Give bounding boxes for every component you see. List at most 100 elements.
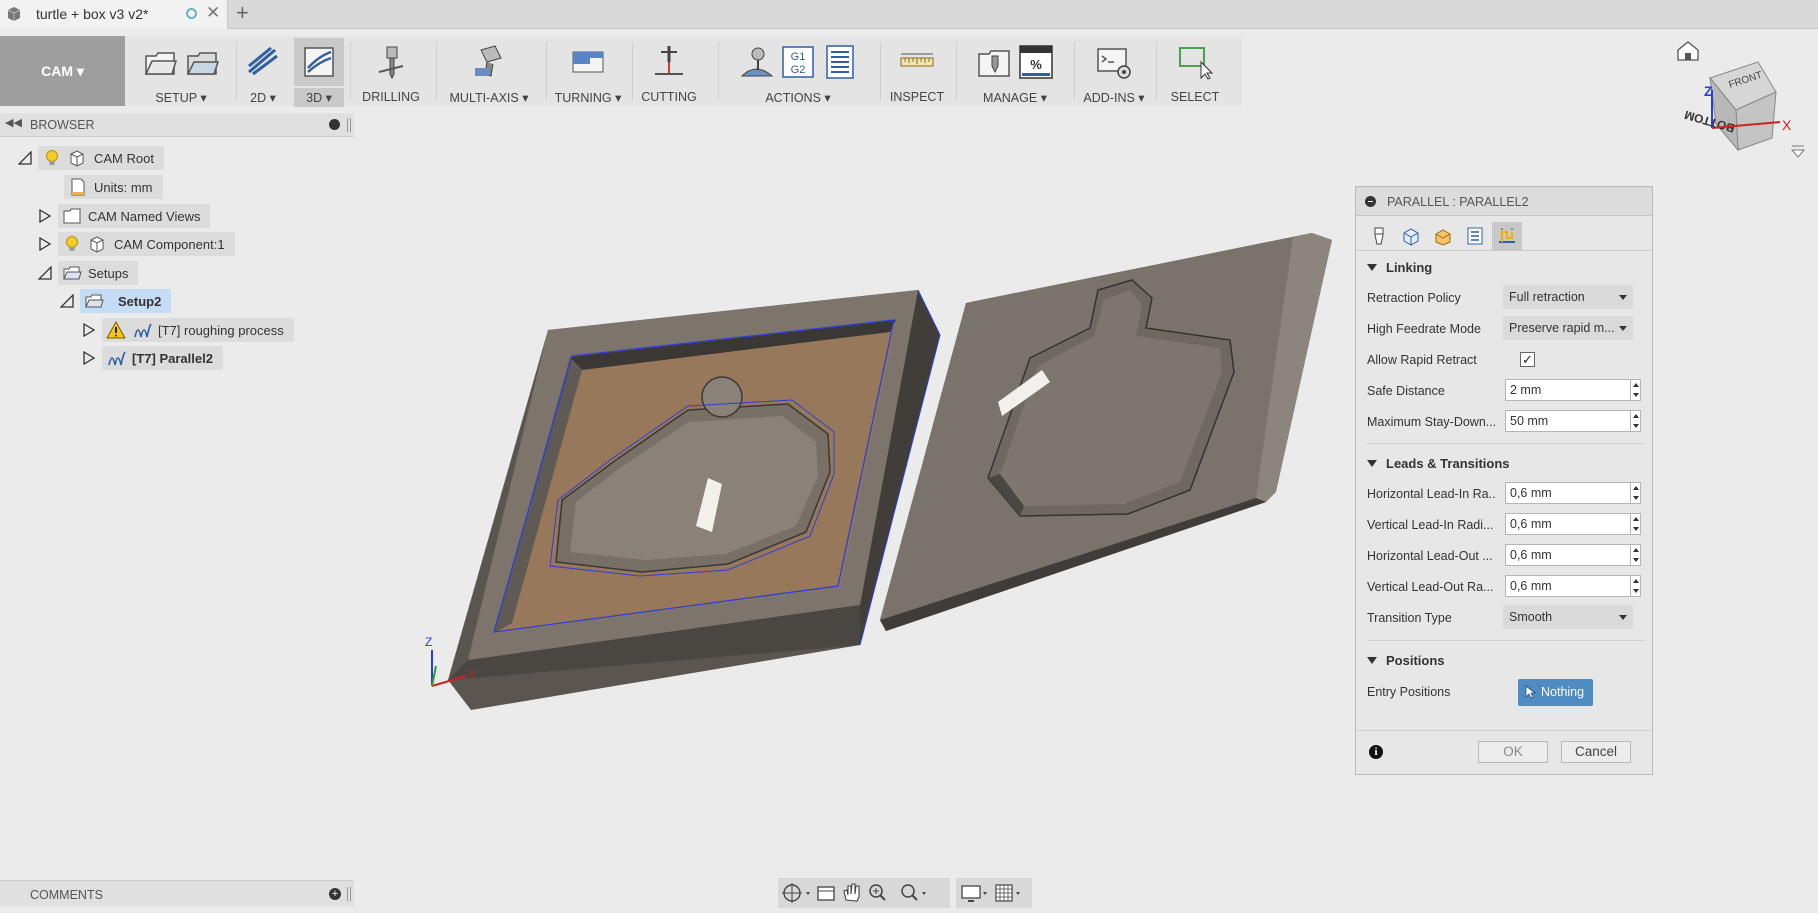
- safe-distance-spinner[interactable]: [1630, 379, 1641, 401]
- v-lead-out-spinner[interactable]: [1630, 575, 1641, 597]
- display-settings-icon[interactable]: [961, 885, 987, 902]
- home-view-icon[interactable]: [1677, 41, 1699, 61]
- dialog-header[interactable]: PARALLEL : PARALLEL2: [1356, 187, 1652, 216]
- expand-open-triangle-icon[interactable]: [60, 294, 74, 308]
- toolpath-icon: [108, 351, 126, 366]
- tree-node-cam-root[interactable]: CAM Root: [18, 146, 164, 170]
- toolbar-group-setup[interactable]: SETUP ▾: [128, 36, 234, 106]
- v-lead-in-input[interactable]: 0,6 mm: [1505, 513, 1631, 535]
- expand-closed-triangle-icon[interactable]: [82, 351, 96, 365]
- add-comment-icon[interactable]: +: [329, 888, 341, 900]
- browser-header[interactable]: ◀◀ BROWSER: [0, 113, 354, 137]
- toolbar-group-cutting[interactable]: CUTTING: [636, 36, 702, 106]
- toolbar-divider: [880, 42, 881, 100]
- section-positions-header[interactable]: Positions: [1367, 653, 1445, 668]
- toolbar-group-drilling[interactable]: DRILLING: [354, 36, 428, 106]
- view-cube-graphic[interactable]: FRONT BOTTOM Z X: [1660, 38, 1810, 168]
- tree-node-setups[interactable]: Setups: [38, 261, 139, 285]
- cancel-button[interactable]: Cancel: [1561, 741, 1631, 763]
- max-stay-down-input[interactable]: 50 mm: [1505, 410, 1631, 432]
- browser-minimize-icon[interactable]: [329, 119, 340, 130]
- toolbar-group-multiaxis[interactable]: MULTI-AXIS ▾: [440, 36, 538, 106]
- lightbulb-icon[interactable]: [42, 149, 62, 167]
- high-feedrate-mode-select[interactable]: Preserve rapid m...: [1503, 316, 1633, 340]
- tree-node-roughing[interactable]: [T7] roughing process: [82, 318, 294, 342]
- browser-resize-grip-icon[interactable]: [347, 118, 351, 132]
- orbit-icon[interactable]: [782, 883, 810, 903]
- tree-node-units[interactable]: Units: mm: [64, 175, 163, 199]
- fit-zoom-icon[interactable]: [901, 884, 926, 901]
- section-leads-header[interactable]: Leads & Transitions: [1367, 456, 1510, 471]
- stock-box-model[interactable]: [448, 289, 941, 710]
- toolbar-label-cutting: CUTTING: [641, 90, 697, 104]
- view-cube-menu-icon[interactable]: [1790, 145, 1806, 158]
- 3d-parallel-icon: [304, 47, 334, 77]
- comments-resize-grip-icon[interactable]: [347, 887, 351, 901]
- workspace-switcher-button[interactable]: CAM ▾: [0, 36, 125, 106]
- entry-positions-value: Nothing: [1541, 685, 1585, 699]
- allow-rapid-retract-checkbox[interactable]: ✓: [1520, 352, 1535, 367]
- toolbar-divider: [236, 42, 237, 100]
- toolbar-group-turning[interactable]: TURNING ▾: [550, 36, 626, 106]
- expand-open-triangle-icon[interactable]: [38, 266, 52, 280]
- expand-closed-triangle-icon[interactable]: [82, 323, 96, 337]
- setup-folder-icon: [144, 52, 178, 75]
- info-icon[interactable]: i: [1369, 745, 1383, 759]
- allow-rapid-retract-label: Allow Rapid Retract: [1367, 353, 1477, 367]
- view-cube-z-label: Z: [1704, 83, 1713, 99]
- tree-node-named-views[interactable]: CAM Named Views: [38, 204, 211, 228]
- look-at-icon[interactable]: [817, 886, 835, 901]
- dialog-minimize-icon[interactable]: [1365, 196, 1376, 207]
- document-tab[interactable]: turtle + box v3 v2* ✕: [0, 0, 228, 29]
- tree-node-setup2[interactable]: Setup2: [60, 289, 172, 313]
- toolbar-group-actions[interactable]: G1 G2 ACTIONS ▾: [722, 36, 874, 106]
- max-stay-down-spinner[interactable]: [1630, 410, 1641, 432]
- v-lead-out-row: Vertical Lead-Out Ra... 0,6 mm: [1367, 574, 1645, 598]
- h-lead-in-spinner[interactable]: [1630, 482, 1641, 504]
- toolbar-group-3d[interactable]: 3D ▾: [290, 36, 348, 107]
- tab-passes[interactable]: [1460, 222, 1490, 250]
- toolbar-divider: [1156, 42, 1157, 100]
- tree-label: CAM Named Views: [88, 208, 201, 224]
- lightbulb-icon[interactable]: [62, 235, 82, 253]
- comments-bar[interactable]: COMMENTS +: [0, 880, 354, 906]
- h-lead-in-input[interactable]: 0,6 mm: [1505, 482, 1631, 504]
- 3d-viewport[interactable]: Z X: [420, 220, 1340, 740]
- view-cube[interactable]: FRONT BOTTOM Z X: [1660, 38, 1810, 168]
- toolbar-label-2d: 2D: [250, 91, 267, 105]
- grid-icon[interactable]: [995, 884, 1020, 902]
- tree-label: Setups: [88, 265, 129, 281]
- section-linking-header[interactable]: Linking: [1367, 260, 1432, 275]
- v-lead-in-spinner[interactable]: [1630, 513, 1641, 535]
- design-cube-icon: [7, 7, 21, 21]
- tree-node-parallel2[interactable]: [T7] Parallel2: [82, 346, 223, 370]
- expand-closed-triangle-icon[interactable]: [38, 209, 52, 223]
- retraction-policy-select[interactable]: Full retraction: [1503, 285, 1633, 309]
- collapse-panel-icon[interactable]: ◀◀: [5, 116, 22, 129]
- ok-button[interactable]: OK: [1478, 741, 1548, 763]
- toolbar-group-inspect[interactable]: INSPECT: [884, 36, 950, 106]
- tab-linking[interactable]: [1492, 222, 1522, 250]
- transition-type-select[interactable]: Smooth: [1503, 605, 1633, 629]
- entry-positions-select-button[interactable]: Nothing: [1518, 679, 1593, 706]
- safe-distance-input[interactable]: 2 mm: [1505, 379, 1631, 401]
- new-tab-icon[interactable]: +: [236, 0, 249, 26]
- toolbar-group-addins[interactable]: ADD-INS ▾: [1078, 36, 1150, 106]
- expand-open-triangle-icon[interactable]: [18, 151, 32, 165]
- tab-tool[interactable]: [1364, 222, 1394, 250]
- tree-node-cam-component[interactable]: CAM Component:1: [38, 232, 235, 256]
- tab-heights[interactable]: [1428, 222, 1458, 250]
- toolbar-group-select[interactable]: SELECT: [1160, 36, 1230, 106]
- expand-closed-triangle-icon[interactable]: [38, 237, 52, 251]
- part-model[interactable]: [880, 233, 1332, 631]
- close-tab-icon[interactable]: ✕: [206, 3, 220, 23]
- h-lead-out-spinner[interactable]: [1630, 544, 1641, 566]
- toolbar-group-2d[interactable]: 2D ▾: [238, 36, 288, 106]
- h-lead-out-input[interactable]: 0,6 mm: [1505, 544, 1631, 566]
- toolbar-divider: [436, 42, 437, 100]
- tab-geometry[interactable]: [1396, 222, 1426, 250]
- pan-hand-icon[interactable]: [843, 883, 860, 902]
- zoom-icon[interactable]: [869, 884, 886, 901]
- toolbar-group-manage[interactable]: % MANAGE ▾: [960, 36, 1070, 106]
- v-lead-out-input[interactable]: 0,6 mm: [1505, 575, 1631, 597]
